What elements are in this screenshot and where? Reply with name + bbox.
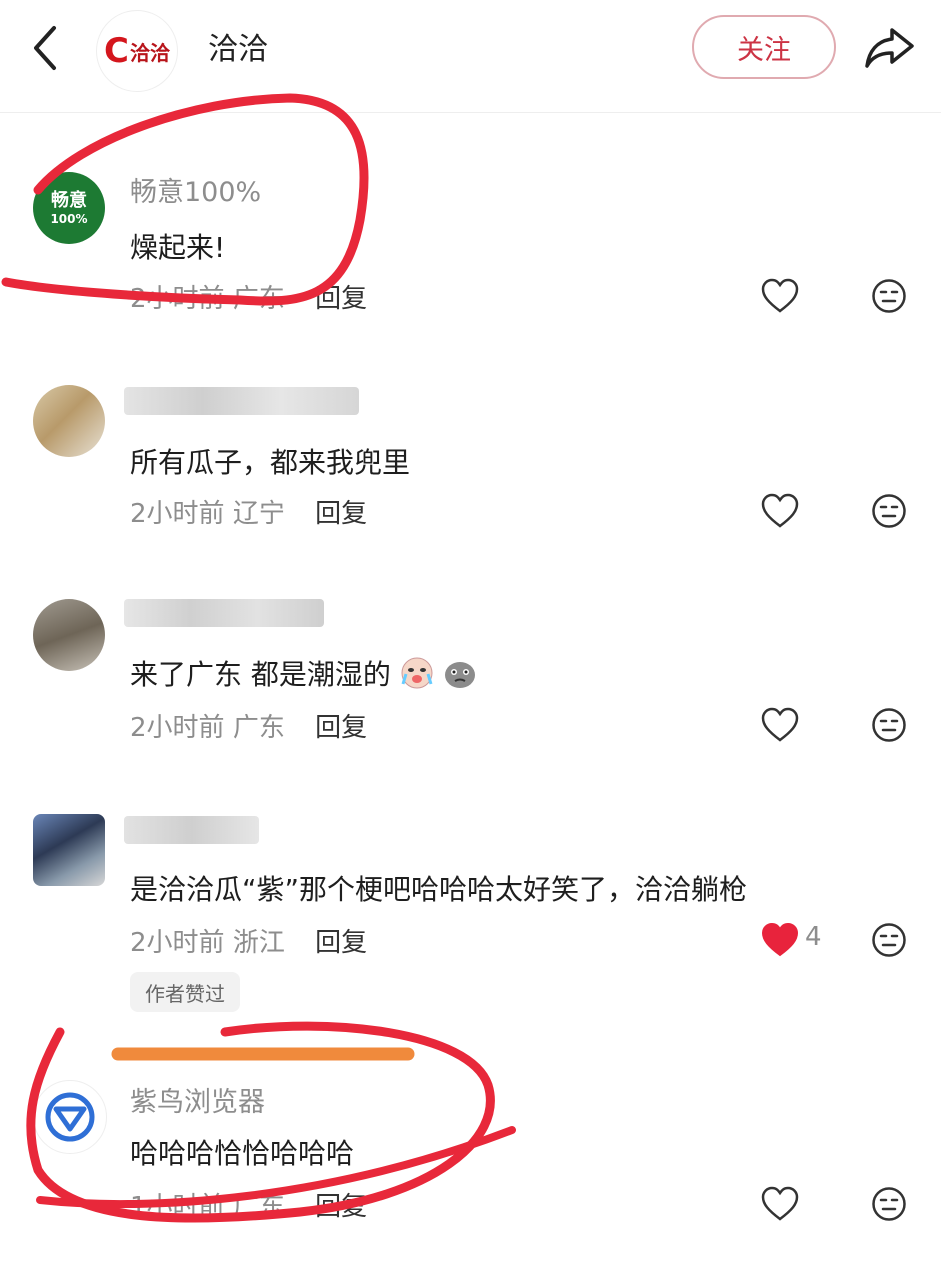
browser-logo-icon (45, 1092, 95, 1142)
comment-text: 哈哈哈恰恰哈哈哈 (130, 1137, 355, 1170)
comment-location: 浙江 (232, 928, 285, 958)
comment-author-blurred[interactable] (124, 599, 324, 627)
avatar[interactable] (33, 599, 105, 671)
dislike-face-icon[interactable] (871, 922, 907, 958)
heart-icon[interactable] (760, 1186, 800, 1222)
comment-location: 广东 (232, 1192, 285, 1222)
comment-item: 所有瓜子，都来我兜里 2小时前 辽宁 回复 (0, 375, 941, 535)
comment-text: 所有瓜子，都来我兜里 (130, 446, 411, 479)
avatar[interactable] (33, 385, 105, 457)
comment-item: 紫鸟浏览器 哈哈哈恰恰哈哈哈 1小时前 广东 回复 (0, 1070, 941, 1250)
reply-button[interactable]: 回复 (315, 1192, 367, 1222)
comment-location: 广东 (232, 284, 285, 314)
comment-text-body: 来了广东 都是潮湿的 (130, 658, 391, 691)
avatar-text: 畅意 (51, 190, 87, 211)
brand-logo-text: 洽洽 (129, 40, 170, 65)
dislike-face-icon[interactable] (871, 707, 907, 743)
brand-logo-icon: C (104, 31, 129, 71)
heart-icon[interactable] (760, 278, 800, 314)
comment-meta: 2小时前 广东 回复 (130, 707, 367, 744)
author-liked-badge: 作者赞过 (130, 972, 240, 1012)
comment-author-blurred[interactable] (124, 816, 259, 844)
comment-meta: 2小时前 广东 回复 (130, 278, 367, 315)
avatar-text: 100% (50, 212, 88, 226)
comment-text: 来了广东 都是潮湿的 (130, 653, 477, 693)
comment-location: 辽宁 (232, 499, 285, 529)
share-arrow-icon[interactable] (862, 24, 918, 72)
like-count: 4 (805, 922, 822, 952)
avatar[interactable] (33, 1080, 107, 1154)
heart-icon[interactable] (760, 707, 800, 743)
comment-meta: 2小时前 辽宁 回复 (130, 493, 367, 530)
reply-button[interactable]: 回复 (315, 499, 367, 529)
reply-button[interactable]: 回复 (315, 284, 367, 314)
heart-filled-icon[interactable] (760, 922, 800, 958)
dislike-face-icon[interactable] (871, 278, 907, 314)
comment-meta: 2小时前 浙江 回复 (130, 922, 367, 959)
comment-time: 2小时前 (130, 284, 225, 314)
back-chevron-icon[interactable] (26, 22, 66, 74)
comment-time: 2小时前 (130, 928, 225, 958)
crying-emoji-icon (401, 657, 433, 689)
dislike-face-icon[interactable] (871, 1186, 907, 1222)
top-bar: C 洽洽 洽洽 关注 (0, 0, 941, 113)
comment-time: 2小时前 (130, 713, 225, 743)
brand-avatar[interactable]: C 洽洽 (96, 10, 178, 92)
comment-author[interactable]: 紫鸟浏览器 (130, 1080, 265, 1119)
dislike-face-icon[interactable] (871, 493, 907, 529)
comment-meta: 1小时前 广东 回复 (130, 1186, 367, 1223)
comment-text: 是洽洽瓜“紫”那个梗吧哈哈哈太好笑了，洽洽躺枪 (130, 873, 748, 906)
account-title[interactable]: 洽洽 (208, 24, 268, 68)
gray-emoji-icon (444, 662, 475, 688)
comment-location: 广东 (232, 713, 285, 743)
comment-item: 畅意 100% 畅意100% 燥起来! 2小时前 广东 回复 (0, 160, 941, 320)
reply-button[interactable]: 回复 (315, 928, 367, 958)
heart-icon[interactable] (760, 493, 800, 529)
reply-button[interactable]: 回复 (315, 713, 367, 743)
follow-button[interactable]: 关注 (692, 15, 836, 79)
comment-item: 是洽洽瓜“紫”那个梗吧哈哈哈太好笑了，洽洽躺枪 2小时前 浙江 回复 4 作者赞… (0, 804, 941, 1014)
comment-time: 2小时前 (130, 499, 225, 529)
comment-text: 燥起来! (130, 231, 226, 264)
comment-item: 来了广东 都是潮湿的 2小时前 广东 回复 (0, 589, 941, 749)
avatar[interactable] (33, 814, 105, 886)
comment-author-blurred[interactable] (124, 387, 359, 415)
comment-time: 1小时前 (130, 1192, 225, 1222)
avatar[interactable]: 畅意 100% (33, 172, 105, 244)
comment-author[interactable]: 畅意100% (130, 170, 261, 209)
